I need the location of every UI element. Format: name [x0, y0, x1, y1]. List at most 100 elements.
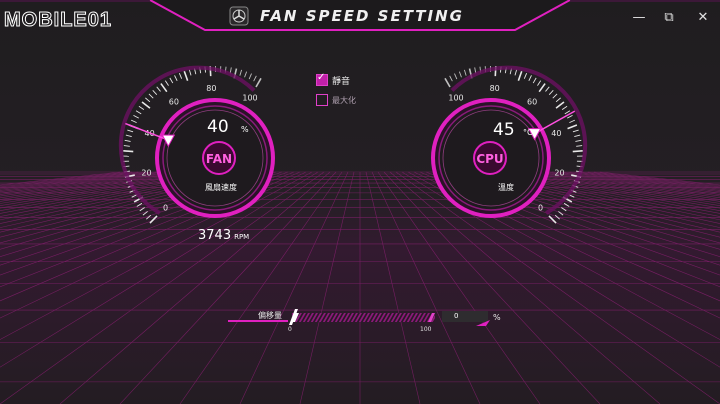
gauge-tick	[174, 75, 178, 81]
fan-speed-value: 40	[207, 117, 229, 137]
gauge-tick	[188, 69, 192, 76]
gauge-tick	[141, 101, 151, 109]
window-title: FAN SPEED SETTING	[260, 7, 464, 25]
gauge-tick	[567, 124, 578, 130]
offset-value-underline	[476, 320, 490, 326]
max-mode-label: 最大化	[332, 95, 356, 105]
gauge-tick	[169, 77, 174, 84]
gauge-tick	[572, 149, 583, 153]
gauge-tick	[444, 77, 451, 88]
fan-speed-window: MOBILE01 FAN SPEED SETTING — ⧉ ✕ 靜音 最大化 …	[0, 0, 720, 404]
gauge-tick-label: 80	[206, 84, 216, 93]
gauge-tick	[135, 110, 142, 115]
gauge-tick	[554, 214, 560, 220]
offset-label: 偏移量	[258, 311, 282, 320]
gauge-tick	[563, 202, 570, 207]
gauge-tick	[545, 86, 550, 92]
gauge-tick-label: 40	[551, 129, 561, 138]
gauge-tick	[575, 139, 582, 142]
gauge-tick	[145, 97, 151, 103]
gauge-tick	[124, 139, 131, 142]
gauge-tick-label: 20	[141, 169, 151, 178]
offset-min-label: 0	[288, 326, 292, 333]
gauge-tick	[514, 69, 518, 76]
fan-rpm-unit: RPM	[234, 233, 250, 241]
max-mode-checkbox[interactable]	[316, 94, 328, 106]
fan-speed-unit: %	[241, 125, 249, 134]
offset-slider-thumb[interactable]	[287, 309, 299, 325]
gauge-tick	[244, 71, 248, 78]
mobile01-watermark-logo: MOBILE01	[4, 9, 112, 31]
gauge-tick	[123, 149, 134, 153]
gauge-tick-label: 100	[242, 93, 257, 102]
gauge-tick	[572, 129, 579, 133]
gauge-tick	[454, 73, 458, 80]
fan-center-button[interactable]	[197, 140, 241, 180]
gauge-tick-label: 0	[163, 203, 168, 212]
gauge-tick	[136, 202, 143, 207]
gauge-tick	[156, 86, 161, 92]
gauge-tick	[146, 214, 152, 220]
offset-max-label: 100	[420, 326, 432, 333]
gauge-tick	[555, 101, 565, 109]
cpu-temp-value: 45	[493, 120, 515, 140]
gauge-tick	[152, 89, 158, 96]
minimize-button[interactable]: —	[626, 8, 652, 28]
gauge-tick	[548, 215, 557, 224]
gauge-tick-label: 80	[490, 84, 500, 93]
offset-slider-track[interactable]	[292, 313, 435, 322]
gauge-tick	[558, 211, 564, 216]
gauge-tick	[528, 75, 532, 81]
gauge-tick	[537, 80, 542, 86]
gauge-tick	[255, 77, 262, 88]
offset-unit: %	[493, 313, 501, 322]
svg-text:MOBILE01: MOBILE01	[4, 9, 112, 30]
gauge-tick	[178, 73, 183, 79]
gauge-tick-label: 100	[448, 93, 463, 102]
silent-mode-label: 靜音	[332, 76, 351, 87]
max-mode-option[interactable]: 最大化	[316, 93, 356, 107]
close-button[interactable]: ✕	[690, 8, 716, 28]
gauge-tick	[125, 134, 132, 138]
gauge-tick	[149, 215, 158, 224]
fan-rpm-readout: 3743 RPM	[198, 228, 249, 243]
gauge-tick	[538, 83, 546, 93]
gauge-tick	[123, 145, 130, 147]
fan-logo-icon	[229, 6, 249, 26]
gauge-tick	[552, 93, 558, 99]
fan-speed-caption: 風扇速度	[205, 183, 237, 192]
gauge-tick	[239, 69, 243, 76]
gauge-tick	[532, 77, 537, 84]
cpu-temp-caption: 溫度	[498, 183, 514, 192]
gauge-tick	[555, 97, 561, 103]
gauge-tick	[127, 129, 134, 133]
gauge-tick	[517, 71, 523, 81]
gauge-tick	[139, 207, 145, 212]
gauge-tick	[253, 75, 257, 82]
gauge-tick	[561, 105, 568, 111]
gauge-tick	[548, 89, 554, 96]
gauge-tick	[449, 75, 453, 82]
gauge-tick	[164, 80, 169, 86]
restore-button[interactable]: ⧉	[656, 8, 682, 28]
silent-mode-checkbox[interactable]	[316, 72, 328, 86]
gauge-tick	[463, 69, 467, 76]
gauge-tick-label: 0	[538, 203, 543, 212]
gauge-tick-label: 60	[527, 97, 537, 106]
gauge-tick	[138, 105, 145, 111]
gauge-tick-label: 20	[554, 169, 564, 178]
gauge-tick	[561, 207, 567, 212]
silent-mode-option[interactable]: 靜音	[316, 72, 351, 87]
cpu-temp-unit: °C	[523, 128, 533, 137]
gauge-tick	[569, 119, 576, 124]
gauge-tick	[148, 93, 154, 99]
gauge-tick	[133, 114, 139, 119]
gauge-tick	[458, 71, 462, 78]
gauge-tick	[523, 73, 528, 79]
gauge-tick-label: 60	[169, 97, 179, 106]
gauge-tick	[567, 114, 573, 119]
gauge-tick	[130, 119, 137, 124]
cpu-center-button[interactable]	[481, 140, 525, 180]
gauge-tick	[142, 211, 148, 216]
gauge-tick	[183, 71, 189, 81]
